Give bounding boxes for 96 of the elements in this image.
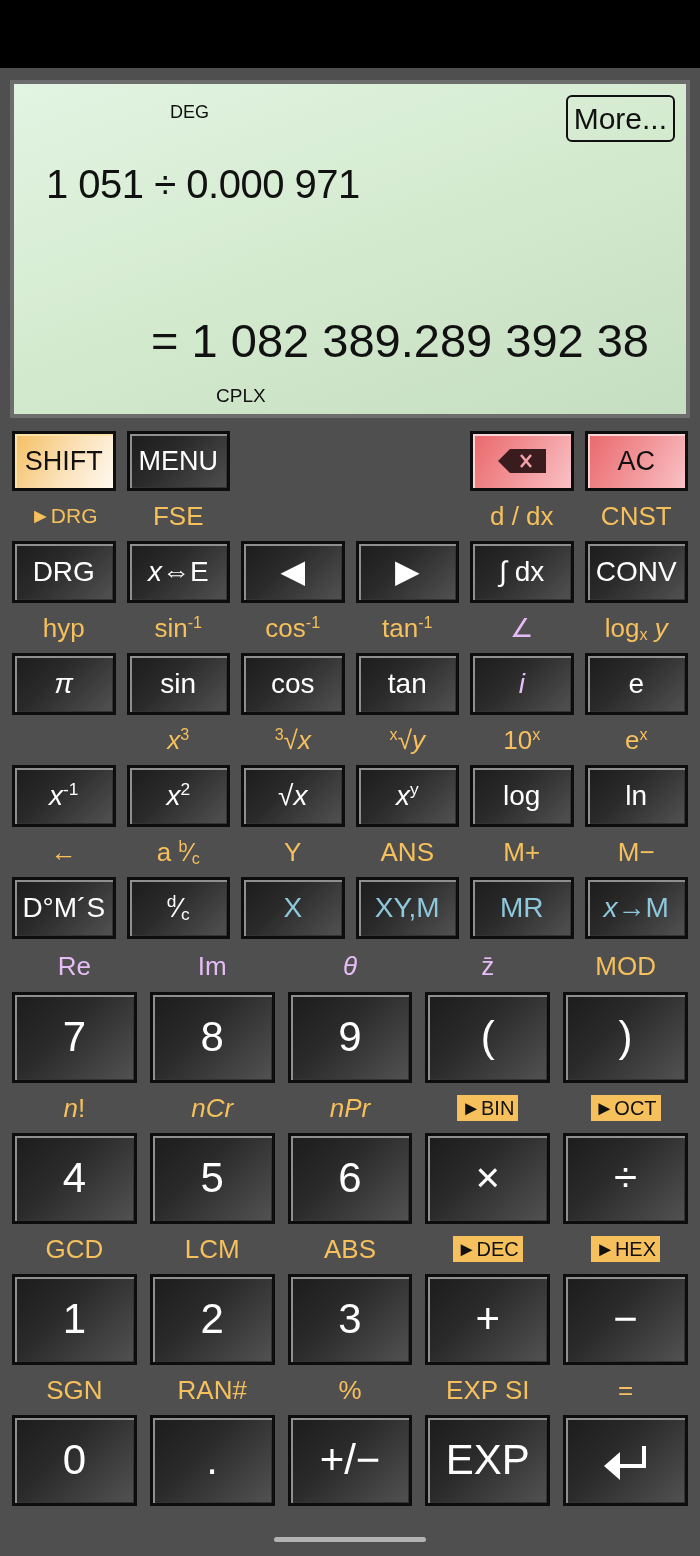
shift-function-label: SGN — [46, 1375, 103, 1405]
shift-function-label: hyp — [42, 613, 85, 643]
keypad-key[interactable]: 8 — [149, 992, 275, 1083]
shift-function-label: tan$^{-1}$ — [382, 613, 433, 643]
function-key[interactable]: x→M — [584, 877, 688, 939]
base-conversion-tag: ►DEC — [452, 1236, 523, 1262]
shift-key[interactable]: SHIFT — [12, 431, 116, 491]
shift-function-label: d / dx — [489, 501, 554, 531]
function-key[interactable]: sin — [126, 653, 230, 715]
base-conversion-tag: ►BIN — [457, 1095, 519, 1121]
shift-function-label: ← — [50, 837, 77, 867]
complex-function-label: Re — [57, 950, 91, 981]
shift-function-label: M+ — [503, 837, 541, 867]
keypad-key[interactable]: 4 — [12, 1133, 137, 1224]
function-key[interactable]: D°M´S — [12, 877, 116, 939]
function-key[interactable]: i — [470, 653, 574, 715]
function-key[interactable]: ∫ dx — [470, 541, 574, 603]
function-key[interactable]: log — [470, 765, 574, 827]
shift-function-label: LCM — [184, 1234, 240, 1264]
function-key[interactable]: x$^{2}$ — [126, 765, 230, 827]
complex-function-label: θ — [342, 950, 358, 981]
keypad-key[interactable]: 6 — [287, 1133, 413, 1224]
keypad-key[interactable]: 1 — [12, 1274, 137, 1365]
function-key[interactable]: π — [12, 653, 116, 715]
keypad-key[interactable]: 0 — [12, 1415, 137, 1506]
function-key[interactable]: X — [241, 877, 345, 939]
shift-function-label: sin$^{-1}$ — [154, 613, 203, 643]
base-conversion-tag: ►OCT — [590, 1095, 661, 1121]
keypad-key[interactable]: . — [149, 1415, 275, 1506]
shift-function-label: x$^{3}$ — [167, 725, 190, 755]
function-key[interactable]: tan — [355, 653, 459, 715]
shift-function-label: Y — [284, 837, 302, 867]
backspace-icon — [497, 449, 546, 473]
shift-function-label: $^{x}$√y — [389, 725, 425, 755]
keypad-key[interactable]: +/− — [287, 1415, 413, 1506]
function-key[interactable]: e — [584, 653, 688, 715]
keypad-key[interactable]: 5 — [149, 1133, 275, 1224]
keypad-key[interactable]: − — [563, 1274, 688, 1365]
keypad-key[interactable]: EXP — [425, 1415, 551, 1506]
keypad-key[interactable]: 2 — [149, 1274, 275, 1365]
complex-function-label: Im — [197, 950, 227, 981]
keypad-key[interactable]: 7 — [12, 992, 137, 1083]
shift-function-label: ANS — [380, 837, 434, 867]
function-key[interactable]: x$^{y}$ — [355, 765, 459, 827]
keypad-key[interactable]: ) — [563, 992, 688, 1083]
shift-function-label: log$_{x}$ y — [604, 613, 668, 643]
base-conversion-tag: ►HEX — [591, 1236, 661, 1262]
keypad-key[interactable]: 3 — [287, 1274, 413, 1365]
complex-mode-indicator: CPLX — [216, 385, 266, 407]
function-key[interactable]: cos — [241, 653, 345, 715]
shift-function-label: nPr — [329, 1093, 371, 1123]
complex-function-label: z̄ — [481, 950, 495, 981]
shift-function-label: FSE — [152, 501, 204, 531]
function-key[interactable]: XY,M — [355, 877, 459, 939]
function-key[interactable]: $^{d}$⁄$_{c}$ — [126, 877, 230, 939]
function-key[interactable]: MR — [470, 877, 574, 939]
shift-function-label: MOD — [595, 950, 656, 981]
shift-function-label: n! — [63, 1093, 86, 1123]
function-key[interactable]: √x — [241, 765, 345, 827]
complex-function-label: ∠ — [510, 613, 534, 643]
shift-function-label: = — [618, 1375, 634, 1405]
keypad-key[interactable]: ( — [425, 992, 551, 1083]
function-key[interactable]: DRG — [12, 541, 116, 603]
angle-mode-indicator: DEG — [170, 102, 209, 122]
function-key[interactable]: x⇔E — [126, 541, 230, 603]
function-key[interactable]: ▶ — [355, 541, 459, 603]
clear-key[interactable]: AC — [584, 431, 688, 491]
keypad-key[interactable]: × — [425, 1133, 551, 1224]
shift-function-label: $^{3}$√x — [274, 725, 311, 755]
shift-function-label: cos$^{-1}$ — [265, 613, 321, 643]
keypad-key[interactable]: + — [425, 1274, 551, 1365]
menu-key[interactable]: MENU — [126, 431, 230, 491]
shift-function-label: a $^{b}$⁄$_{c}$ — [156, 837, 200, 867]
more-button[interactable]: More... — [565, 95, 675, 142]
shift-function-label: ►DRG — [30, 503, 98, 529]
shift-function-label: EXP SI — [446, 1375, 530, 1405]
expression-text: 1 051 ÷ 0.000 971 — [46, 161, 360, 207]
shift-function-label: ABS — [323, 1234, 376, 1264]
function-key[interactable]: ◀ — [241, 541, 345, 603]
enter-icon — [603, 1446, 648, 1481]
function-key[interactable]: ln — [584, 765, 688, 827]
shift-function-label: nCr — [191, 1093, 234, 1123]
function-key[interactable]: x$^{-1}$ — [12, 765, 116, 827]
result-text: = 1 082 389.289 392 38 — [151, 313, 649, 369]
enter-key[interactable] — [563, 1415, 688, 1506]
keypad-key[interactable]: ÷ — [563, 1133, 688, 1224]
shift-function-label: GCD — [45, 1234, 104, 1264]
shift-function-label: e$^{x}$ — [625, 725, 648, 755]
shift-function-label: CNST — [600, 501, 672, 531]
function-key[interactable]: CONV — [584, 541, 688, 603]
keypad-key[interactable]: 9 — [287, 992, 413, 1083]
shift-function-label: RAN# — [177, 1375, 247, 1405]
shift-function-label: M− — [617, 837, 655, 867]
shift-function-label: % — [338, 1375, 362, 1405]
backspace-key[interactable] — [470, 431, 574, 491]
shift-function-label: 10$^{x}$ — [503, 725, 541, 755]
